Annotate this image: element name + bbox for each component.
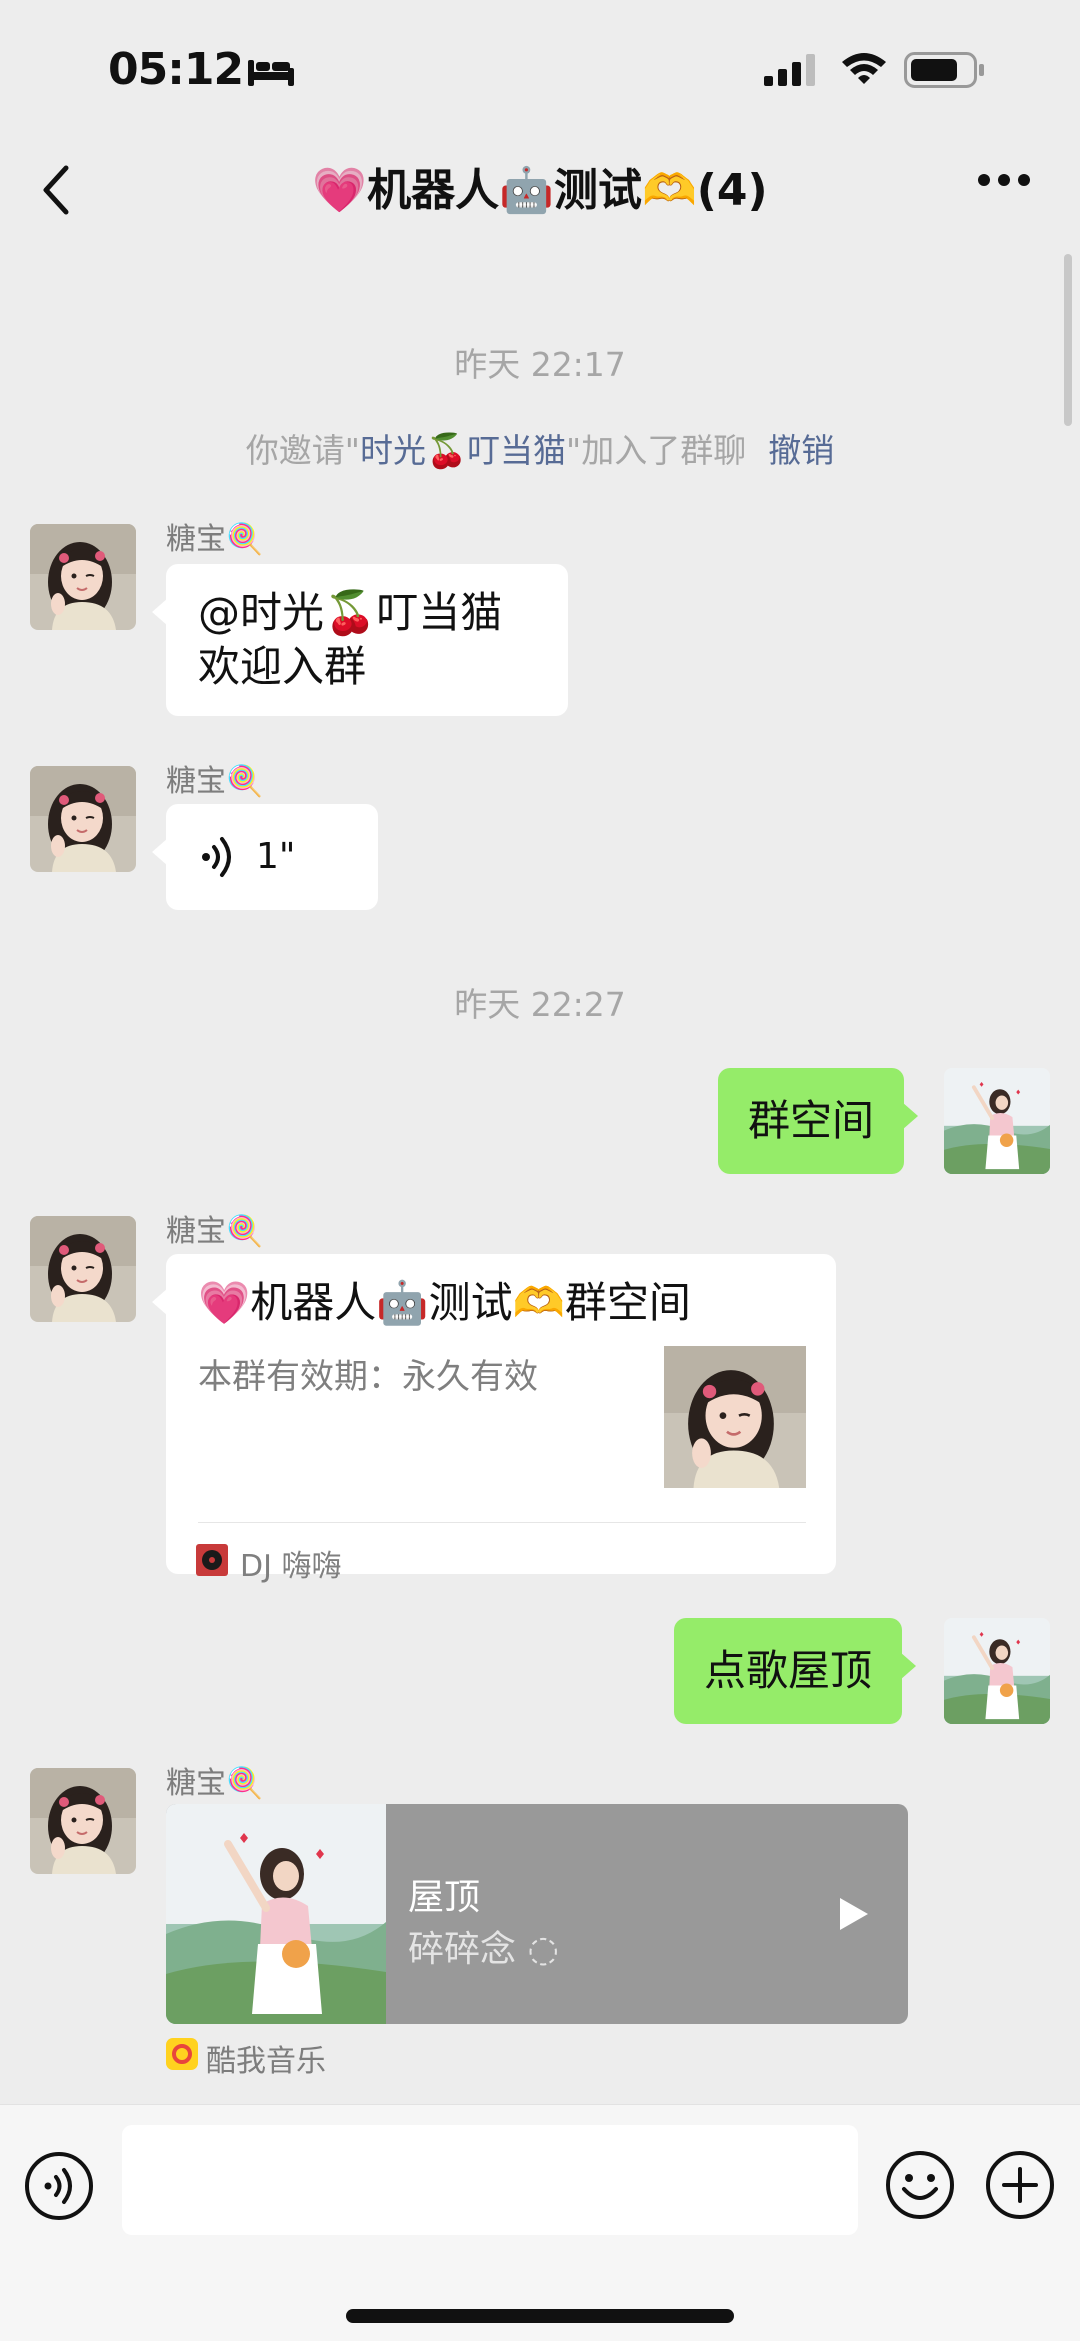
battery-icon xyxy=(904,52,984,88)
chat-title: 💗机器人🤖测试🫶(4) xyxy=(312,165,768,216)
dj-app-icon xyxy=(196,1544,228,1576)
message-text: 点歌屋顶 xyxy=(704,1646,873,1695)
system-text-suffix: "加入了群聊 xyxy=(566,431,747,470)
my-avatar[interactable] xyxy=(944,1618,1050,1724)
avatar[interactable] xyxy=(30,1768,136,1874)
card-source: DJ 嗨嗨 xyxy=(240,1549,342,1584)
outgoing-message-bubble[interactable]: 点歌屋顶 xyxy=(674,1618,917,1724)
invited-member-link[interactable]: 时光🍒叮当猫 xyxy=(360,431,566,470)
status-bar: 05:12 xyxy=(0,0,1080,140)
card-thumbnail xyxy=(664,1346,806,1488)
voice-duration: 1" xyxy=(256,836,296,877)
avatar[interactable] xyxy=(30,524,136,630)
play-icon[interactable] xyxy=(836,1894,872,1934)
wifi-icon xyxy=(842,53,886,84)
plus-icon[interactable] xyxy=(984,2149,1056,2221)
message-text: 群空间 xyxy=(748,1096,875,1145)
nav-bar: 💗机器人🤖测试🫶(4) xyxy=(0,140,1080,240)
emoji-icon[interactable] xyxy=(884,2149,956,2221)
undo-link[interactable]: 撤销 xyxy=(768,431,834,470)
home-indicator xyxy=(346,2309,734,2323)
music-card[interactable]: 屋顶 碎碎念 ◌ xyxy=(166,1804,908,2024)
signal-icon xyxy=(764,54,815,86)
card-description: 本群有效期：永久有效 xyxy=(198,1357,538,1397)
system-message: 你邀请"时光🍒叮当猫"加入了群聊 撤销 xyxy=(0,424,1080,472)
back-icon[interactable] xyxy=(36,162,76,218)
voice-message-bubble[interactable]: 1" xyxy=(152,804,378,910)
sender-name: 糖宝🍭 xyxy=(166,1766,264,1801)
outgoing-message-bubble[interactable]: 群空间 xyxy=(718,1068,919,1174)
avatar[interactable] xyxy=(30,1216,136,1322)
timestamp: 昨天 22:27 xyxy=(454,985,626,1024)
message-mention[interactable]: @时光🍒叮当猫 xyxy=(198,586,536,640)
system-text-prefix: 你邀请" xyxy=(245,431,360,470)
sender-name: 糖宝🍭 xyxy=(166,764,264,799)
sender-name: 糖宝🍭 xyxy=(166,522,264,557)
voice-toggle-icon[interactable] xyxy=(24,2151,94,2221)
my-avatar[interactable] xyxy=(944,1068,1050,1174)
more-icon[interactable] xyxy=(976,172,1032,188)
input-bar xyxy=(0,2104,1080,2341)
kuwo-music-icon xyxy=(166,2038,198,2070)
bed-icon xyxy=(248,60,294,86)
message-text: 欢迎入群 xyxy=(198,642,367,691)
message-bubble[interactable]: @时光🍒叮当猫 欢迎入群 xyxy=(152,564,568,716)
music-cover xyxy=(166,1804,386,2024)
sender-name: 糖宝🍭 xyxy=(166,1214,264,1249)
message-input[interactable] xyxy=(122,2125,858,2235)
card-title: 💗机器人🤖测试🫶群空间 xyxy=(198,1278,691,1327)
status-time: 05:12 xyxy=(108,44,244,95)
voice-icon xyxy=(202,837,231,877)
song-artist: 碎碎念 ◌ xyxy=(408,1929,559,1970)
timestamp: 昨天 22:17 xyxy=(454,345,626,384)
card-divider xyxy=(198,1522,806,1523)
music-source: 酷我音乐 xyxy=(206,2044,326,2079)
avatar[interactable] xyxy=(30,766,136,872)
group-space-card[interactable]: 💗机器人🤖测试🫶群空间 本群有效期：永久有效 DJ 嗨嗨 xyxy=(152,1254,836,1584)
song-title: 屋顶 xyxy=(408,1877,481,1918)
